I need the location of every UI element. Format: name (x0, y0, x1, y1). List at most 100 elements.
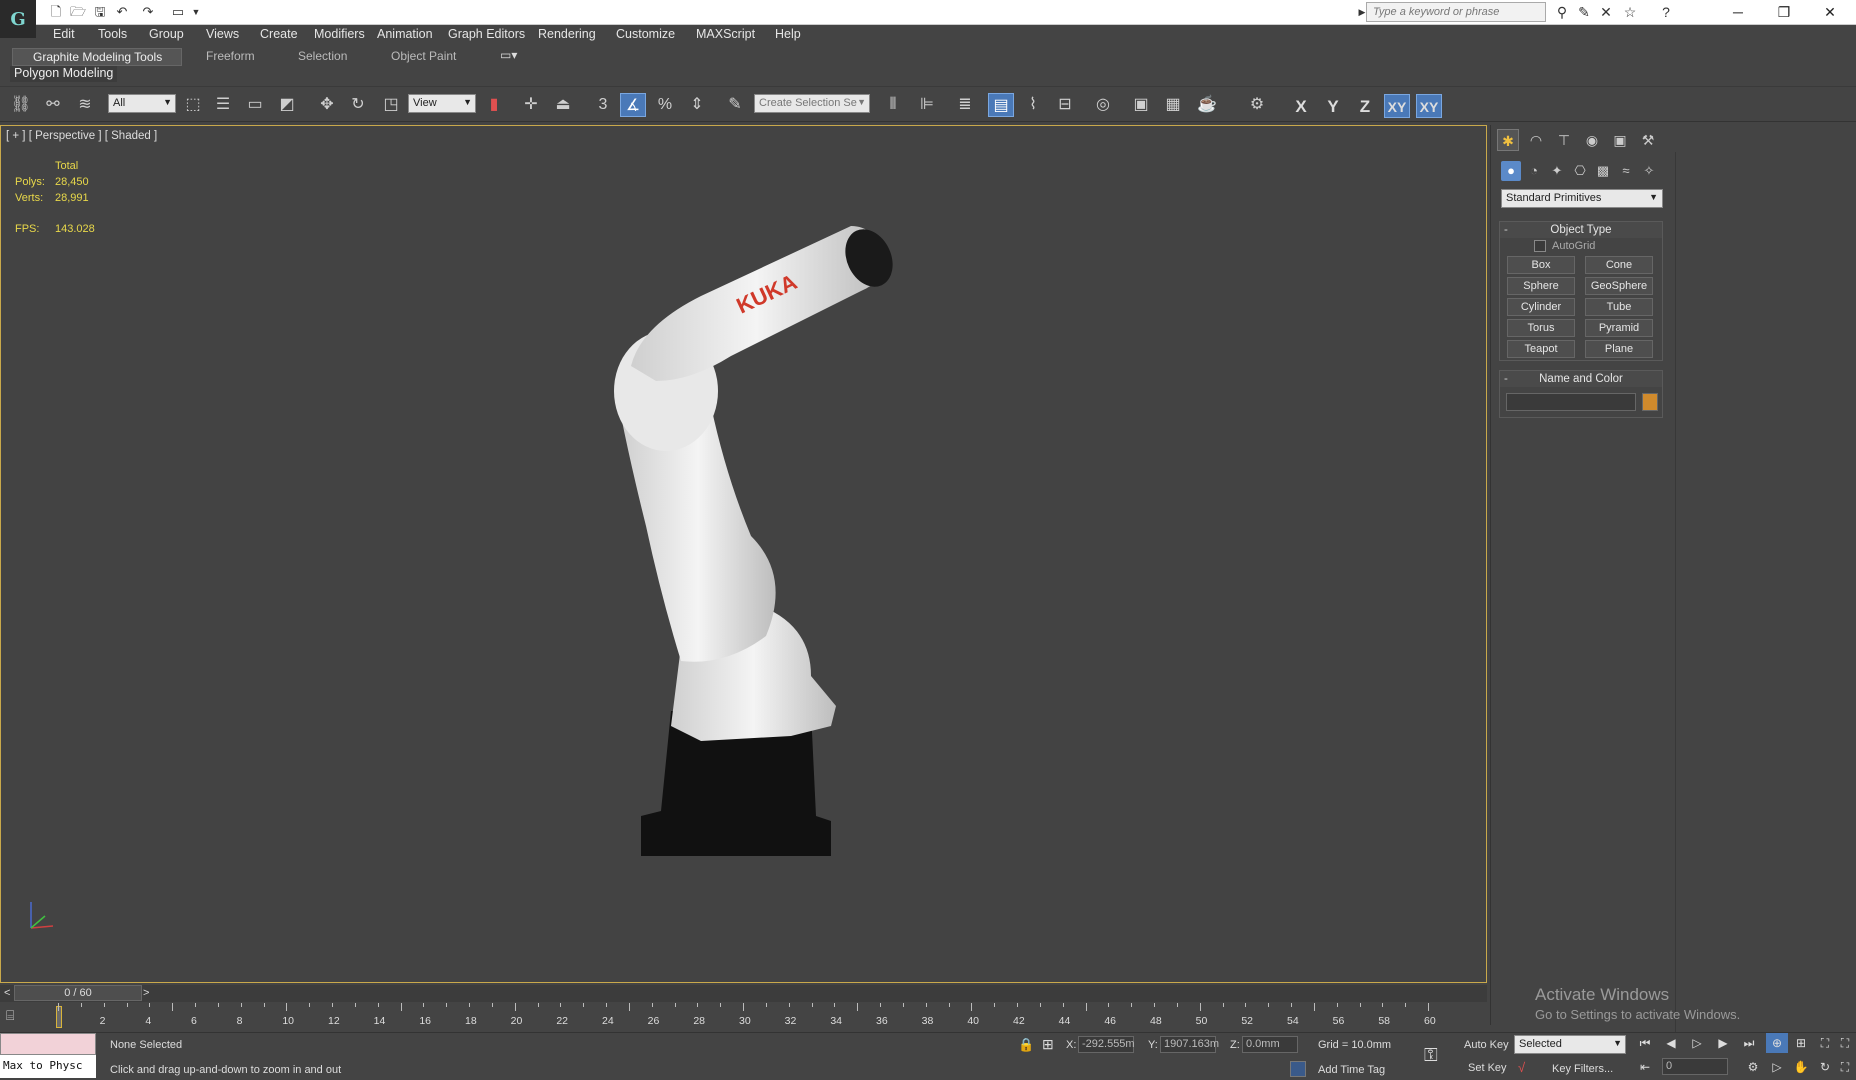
menu-graph-editors[interactable]: Graph Editors (448, 27, 525, 41)
previous-frame-icon[interactable]: ◀ (1660, 1033, 1682, 1053)
time-prev-button[interactable]: < (4, 987, 10, 999)
search-input[interactable]: Type a keyword or phrase (1366, 2, 1546, 22)
maximize-viewport-icon[interactable]: ⛶ (1834, 1057, 1856, 1077)
key-set-dropdown[interactable]: Selected ▼ (1514, 1035, 1626, 1054)
angle-snap-icon[interactable]: ∡ (620, 93, 646, 117)
time-next-button[interactable]: > (143, 987, 149, 999)
sphere-button[interactable]: Sphere (1507, 277, 1575, 295)
spinner-snap-icon[interactable]: ⇕ (684, 93, 710, 117)
maxscript-mini-listener[interactable]: Max to Physc (0, 1055, 96, 1078)
time-slider[interactable]: < 0 / 60 > (0, 985, 1487, 1002)
display-tab-icon[interactable]: ▣ (1609, 129, 1631, 151)
utilities-tab-icon[interactable]: ⚒ (1637, 129, 1659, 151)
object-color-swatch[interactable] (1642, 393, 1658, 411)
tab-graphite-modeling-tools[interactable]: Graphite Modeling Tools (12, 48, 182, 66)
app-logo-icon[interactable]: G (0, 0, 36, 38)
geosphere-button[interactable]: GeoSphere (1585, 277, 1653, 295)
zoom-extents-all-icon[interactable]: ⛶ (1834, 1033, 1856, 1053)
key-mode-toggle-icon[interactable]: ⇤ (1634, 1057, 1656, 1077)
menu-views[interactable]: Views (206, 27, 239, 41)
menu-customize[interactable]: Customize (616, 27, 675, 41)
modify-tab-icon[interactable]: ◠ (1525, 129, 1547, 151)
ribbon-options-icon[interactable]: ▭▾ (500, 48, 517, 64)
snaps-toggle-icon[interactable]: 3 (590, 93, 616, 117)
polygon-modeling-panel[interactable]: Polygon Modeling (10, 66, 118, 82)
keyboard-shortcut-override-icon[interactable]: ⏏ (550, 93, 576, 117)
tab-selection[interactable]: Selection (298, 49, 347, 65)
pivot-center-icon[interactable]: ▮ (481, 93, 507, 117)
open-file-icon[interactable]: 🗁 (68, 3, 88, 21)
redo-icon[interactable]: ↷ (138, 3, 158, 21)
mini-curve-editor-icon[interactable]: ⌸ (6, 1007, 32, 1025)
z-coordinate-input[interactable]: 0.0mm (1242, 1036, 1298, 1053)
layer-manager-icon[interactable]: ≣ (952, 93, 978, 117)
material-editor-icon[interactable]: ◎ (1090, 93, 1116, 117)
communication-center-icon[interactable]: ✕ (1596, 3, 1616, 21)
current-frame-marker[interactable] (56, 1006, 62, 1028)
unlink-icon[interactable]: ⚯ (40, 93, 66, 117)
scale-icon[interactable]: ◳ (378, 93, 404, 117)
space-warps-icon[interactable]: ≈ (1616, 161, 1636, 181)
ribbon-toggle-icon[interactable]: ▤ (988, 93, 1014, 117)
geometry-icon[interactable]: ● (1501, 161, 1521, 181)
edit-named-selection-icon[interactable]: ✎ (722, 93, 748, 117)
zoom-extents-icon[interactable]: ⛶ (1814, 1033, 1836, 1053)
absolute-mode-icon[interactable]: ⊞ (1042, 1036, 1054, 1053)
link-icon[interactable]: ⛓ (8, 93, 34, 117)
selection-filter-dropdown[interactable]: All ▼ (108, 94, 176, 113)
project-folder-icon[interactable]: ▭ (168, 3, 188, 21)
reference-coordinate-dropdown[interactable]: View ▼ (408, 94, 476, 113)
tab-object-paint[interactable]: Object Paint (391, 49, 456, 65)
named-selection-set-dropdown[interactable]: Create Selection Se ▼ (754, 94, 870, 113)
select-object-icon[interactable]: ⬚ (180, 93, 206, 117)
menu-modifiers[interactable]: Modifiers (314, 27, 365, 41)
menu-animation[interactable]: Animation (377, 27, 433, 41)
go-to-end-icon[interactable]: ⏭ (1738, 1033, 1760, 1053)
shapes-icon[interactable]: ◔ (1524, 161, 1544, 181)
next-frame-icon[interactable]: ▶ (1712, 1033, 1734, 1053)
render-production-icon[interactable]: ☕ (1194, 93, 1220, 117)
menu-maxscript[interactable]: MAXScript (696, 27, 755, 41)
subscription-icon[interactable]: ✎ (1574, 3, 1594, 21)
lock-selection-icon[interactable]: 🔒 (1018, 1037, 1034, 1053)
axis-xy-button[interactable]: XY (1384, 94, 1410, 118)
object-name-input[interactable] (1506, 393, 1636, 411)
new-file-icon[interactable]: 🗋 (46, 3, 66, 21)
save-icon[interactable]: 🖫 (90, 3, 110, 21)
robot-arm-model[interactable]: KUKA (561, 206, 941, 886)
select-manipulate-icon[interactable]: ✛ (518, 93, 544, 117)
menu-rendering[interactable]: Rendering (538, 27, 596, 41)
axis-xy-cycle-button[interactable]: XY (1416, 94, 1442, 118)
axis-x-button[interactable]: X (1288, 95, 1314, 119)
favorites-star-icon[interactable]: ☆ (1620, 3, 1640, 21)
zoom-icon[interactable]: ⊕ (1766, 1033, 1788, 1053)
axis-y-button[interactable]: Y (1320, 95, 1346, 119)
select-by-name-icon[interactable]: ☰ (210, 93, 236, 117)
cylinder-button[interactable]: Cylinder (1507, 298, 1575, 316)
hierarchy-tab-icon[interactable]: ⊤ (1553, 129, 1575, 151)
set-key-icon[interactable]: ⚿ (1424, 1045, 1438, 1066)
rotate-icon[interactable]: ↻ (345, 93, 371, 117)
key-filters-button[interactable]: Key Filters... (1552, 1063, 1613, 1075)
menu-group[interactable]: Group (149, 27, 184, 41)
menu-create[interactable]: Create (260, 27, 298, 41)
undo-icon[interactable]: ↶ (112, 3, 132, 21)
rendered-frame-window-icon[interactable]: ▦ (1160, 93, 1186, 117)
time-tag-icon[interactable] (1290, 1061, 1306, 1077)
tube-button[interactable]: Tube (1585, 298, 1653, 316)
y-coordinate-input[interactable]: 1907.163m (1160, 1036, 1219, 1053)
orbit-icon[interactable]: ↻ (1814, 1057, 1836, 1077)
auto-key-button[interactable]: Auto Key (1464, 1039, 1509, 1051)
axis-z-button[interactable]: Z (1352, 95, 1378, 119)
schematic-view-icon[interactable]: ⊟ (1052, 93, 1078, 117)
mirror-icon[interactable]: ⫴ (880, 93, 906, 117)
minimize-icon[interactable]: ─ (1718, 0, 1758, 24)
tab-freeform[interactable]: Freeform (206, 49, 255, 65)
autogrid-checkbox[interactable] (1534, 240, 1546, 252)
torus-button[interactable]: Torus (1507, 319, 1575, 337)
play-icon[interactable]: ▷ (1686, 1033, 1708, 1053)
field-of-view-icon[interactable]: ▷ (1766, 1057, 1788, 1077)
teapot-button[interactable]: Teapot (1507, 340, 1575, 358)
menu-edit[interactable]: Edit (53, 27, 75, 41)
menu-tools[interactable]: Tools (98, 27, 127, 41)
